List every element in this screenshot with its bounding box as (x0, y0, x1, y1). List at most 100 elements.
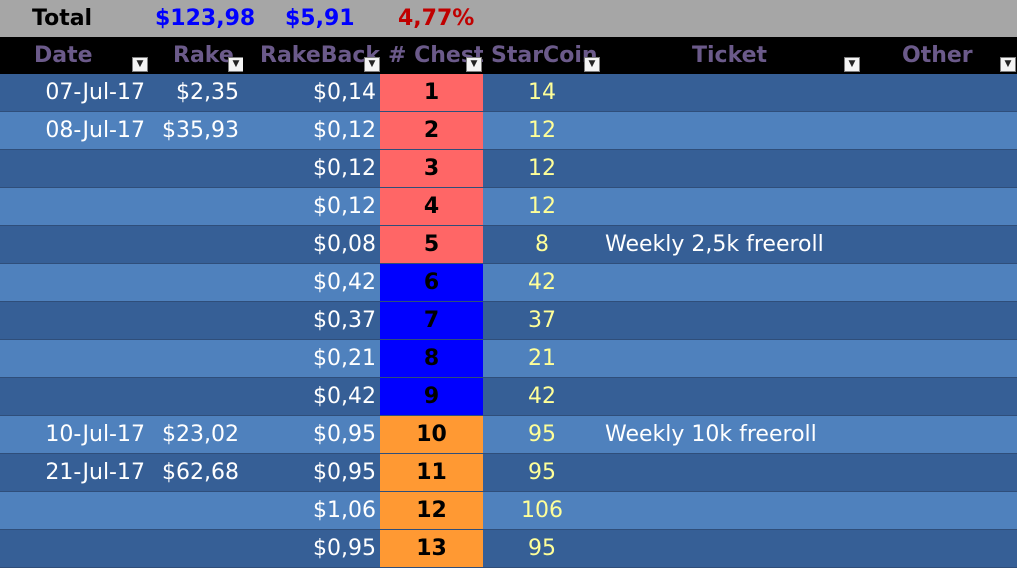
other-cell[interactable] (861, 226, 1017, 263)
other-cell[interactable] (861, 188, 1017, 225)
starcoin-cell[interactable]: 21 (483, 340, 601, 377)
ticket-cell[interactable] (601, 530, 861, 567)
ticket-cell[interactable] (601, 302, 861, 339)
starcoin-cell[interactable]: 95 (483, 454, 601, 491)
column-header-date[interactable]: Date ▼ (0, 37, 149, 74)
date-cell[interactable] (0, 340, 149, 377)
rakeback-cell[interactable]: $0,12 (243, 112, 380, 149)
rakeback-cell[interactable]: $0,21 (243, 340, 380, 377)
date-cell[interactable] (0, 226, 149, 263)
starcoin-cell[interactable]: 42 (483, 264, 601, 301)
date-cell[interactable] (0, 264, 149, 301)
other-cell[interactable] (861, 150, 1017, 187)
rake-cell[interactable] (149, 150, 243, 187)
chest-cell[interactable]: 9 (380, 378, 483, 415)
chest-cell[interactable]: 3 (380, 150, 483, 187)
ticket-cell[interactable] (601, 112, 861, 149)
other-cell[interactable] (861, 416, 1017, 453)
other-cell[interactable] (861, 302, 1017, 339)
rakeback-cell[interactable]: $1,06 (243, 492, 380, 529)
date-cell[interactable] (0, 302, 149, 339)
rakeback-cell[interactable]: $0,08 (243, 226, 380, 263)
rakeback-cell[interactable]: $0,95 (243, 530, 380, 567)
starcoin-cell[interactable]: 12 (483, 112, 601, 149)
ticket-cell[interactable] (601, 340, 861, 377)
rakeback-cell[interactable]: $0,42 (243, 264, 380, 301)
rake-cell[interactable] (149, 188, 243, 225)
rake-cell[interactable]: $23,02 (149, 416, 243, 453)
column-header-other[interactable]: Other ▼ (861, 37, 1017, 74)
chest-cell[interactable]: 7 (380, 302, 483, 339)
dropdown-arrow-icon[interactable]: ▼ (1000, 57, 1016, 72)
rakeback-cell[interactable]: $0,14 (243, 74, 380, 111)
rake-cell[interactable]: $2,35 (149, 74, 243, 111)
dropdown-arrow-icon[interactable]: ▼ (132, 57, 148, 72)
chest-cell[interactable]: 2 (380, 112, 483, 149)
starcoin-cell[interactable]: 12 (483, 150, 601, 187)
other-cell[interactable] (861, 492, 1017, 529)
dropdown-arrow-icon[interactable]: ▼ (466, 57, 482, 72)
date-cell[interactable]: 07-Jul-17 (0, 74, 149, 111)
rake-cell[interactable] (149, 302, 243, 339)
ticket-cell[interactable] (601, 454, 861, 491)
chest-cell[interactable]: 12 (380, 492, 483, 529)
starcoin-cell[interactable]: 95 (483, 416, 601, 453)
starcoin-cell[interactable]: 12 (483, 188, 601, 225)
other-cell[interactable] (861, 74, 1017, 111)
column-header-chest[interactable]: # Chest ▼ (380, 37, 483, 74)
ticket-cell[interactable] (601, 378, 861, 415)
other-cell[interactable] (861, 112, 1017, 149)
total-rakeback[interactable]: $5,91 (285, 0, 385, 37)
rakeback-cell[interactable]: $0,12 (243, 150, 380, 187)
rakeback-cell[interactable]: $0,37 (243, 302, 380, 339)
ticket-cell[interactable] (601, 188, 861, 225)
date-cell[interactable]: 21-Jul-17 (0, 454, 149, 491)
chest-cell[interactable]: 6 (380, 264, 483, 301)
chest-cell[interactable]: 4 (380, 188, 483, 225)
rake-cell[interactable] (149, 378, 243, 415)
dropdown-arrow-icon[interactable]: ▼ (364, 57, 380, 72)
total-rake[interactable]: $123,98 (155, 0, 265, 37)
dropdown-arrow-icon[interactable]: ▼ (228, 57, 243, 72)
ticket-cell[interactable] (601, 74, 861, 111)
rakeback-cell[interactable]: $0,42 (243, 378, 380, 415)
ticket-cell[interactable]: Weekly 2,5k freeroll (601, 226, 861, 263)
date-cell[interactable]: 10-Jul-17 (0, 416, 149, 453)
chest-cell[interactable]: 1 (380, 74, 483, 111)
rake-cell[interactable] (149, 226, 243, 263)
other-cell[interactable] (861, 264, 1017, 301)
other-cell[interactable] (861, 340, 1017, 377)
dropdown-arrow-icon[interactable]: ▼ (584, 57, 600, 72)
dropdown-arrow-icon[interactable]: ▼ (844, 57, 860, 72)
total-percent[interactable]: 4,77% (398, 0, 498, 37)
rake-cell[interactable] (149, 530, 243, 567)
rakeback-cell[interactable]: $0,95 (243, 454, 380, 491)
ticket-cell[interactable] (601, 492, 861, 529)
starcoin-cell[interactable]: 8 (483, 226, 601, 263)
chest-cell[interactable]: 8 (380, 340, 483, 377)
rake-cell[interactable]: $62,68 (149, 454, 243, 491)
rake-cell[interactable] (149, 340, 243, 377)
rake-cell[interactable]: $35,93 (149, 112, 243, 149)
rakeback-cell[interactable]: $0,95 (243, 416, 380, 453)
total-label[interactable]: Total (32, 0, 142, 37)
ticket-cell[interactable]: Weekly 10k freeroll (601, 416, 861, 453)
column-header-rake[interactable]: Rake ▼ (149, 37, 243, 74)
starcoin-cell[interactable]: 42 (483, 378, 601, 415)
chest-cell[interactable]: 13 (380, 530, 483, 567)
ticket-cell[interactable] (601, 264, 861, 301)
rake-cell[interactable] (149, 492, 243, 529)
date-cell[interactable] (0, 188, 149, 225)
starcoin-cell[interactable]: 95 (483, 530, 601, 567)
date-cell[interactable] (0, 150, 149, 187)
chest-cell[interactable]: 10 (380, 416, 483, 453)
starcoin-cell[interactable]: 37 (483, 302, 601, 339)
other-cell[interactable] (861, 454, 1017, 491)
column-header-starcoin[interactable]: StarCoin ▼ (483, 37, 601, 74)
column-header-rakeback[interactable]: RakeBack ▼ (243, 37, 380, 74)
chest-cell[interactable]: 5 (380, 226, 483, 263)
date-cell[interactable]: 08-Jul-17 (0, 112, 149, 149)
column-header-ticket[interactable]: Ticket ▼ (601, 37, 861, 74)
starcoin-cell[interactable]: 106 (483, 492, 601, 529)
other-cell[interactable] (861, 378, 1017, 415)
